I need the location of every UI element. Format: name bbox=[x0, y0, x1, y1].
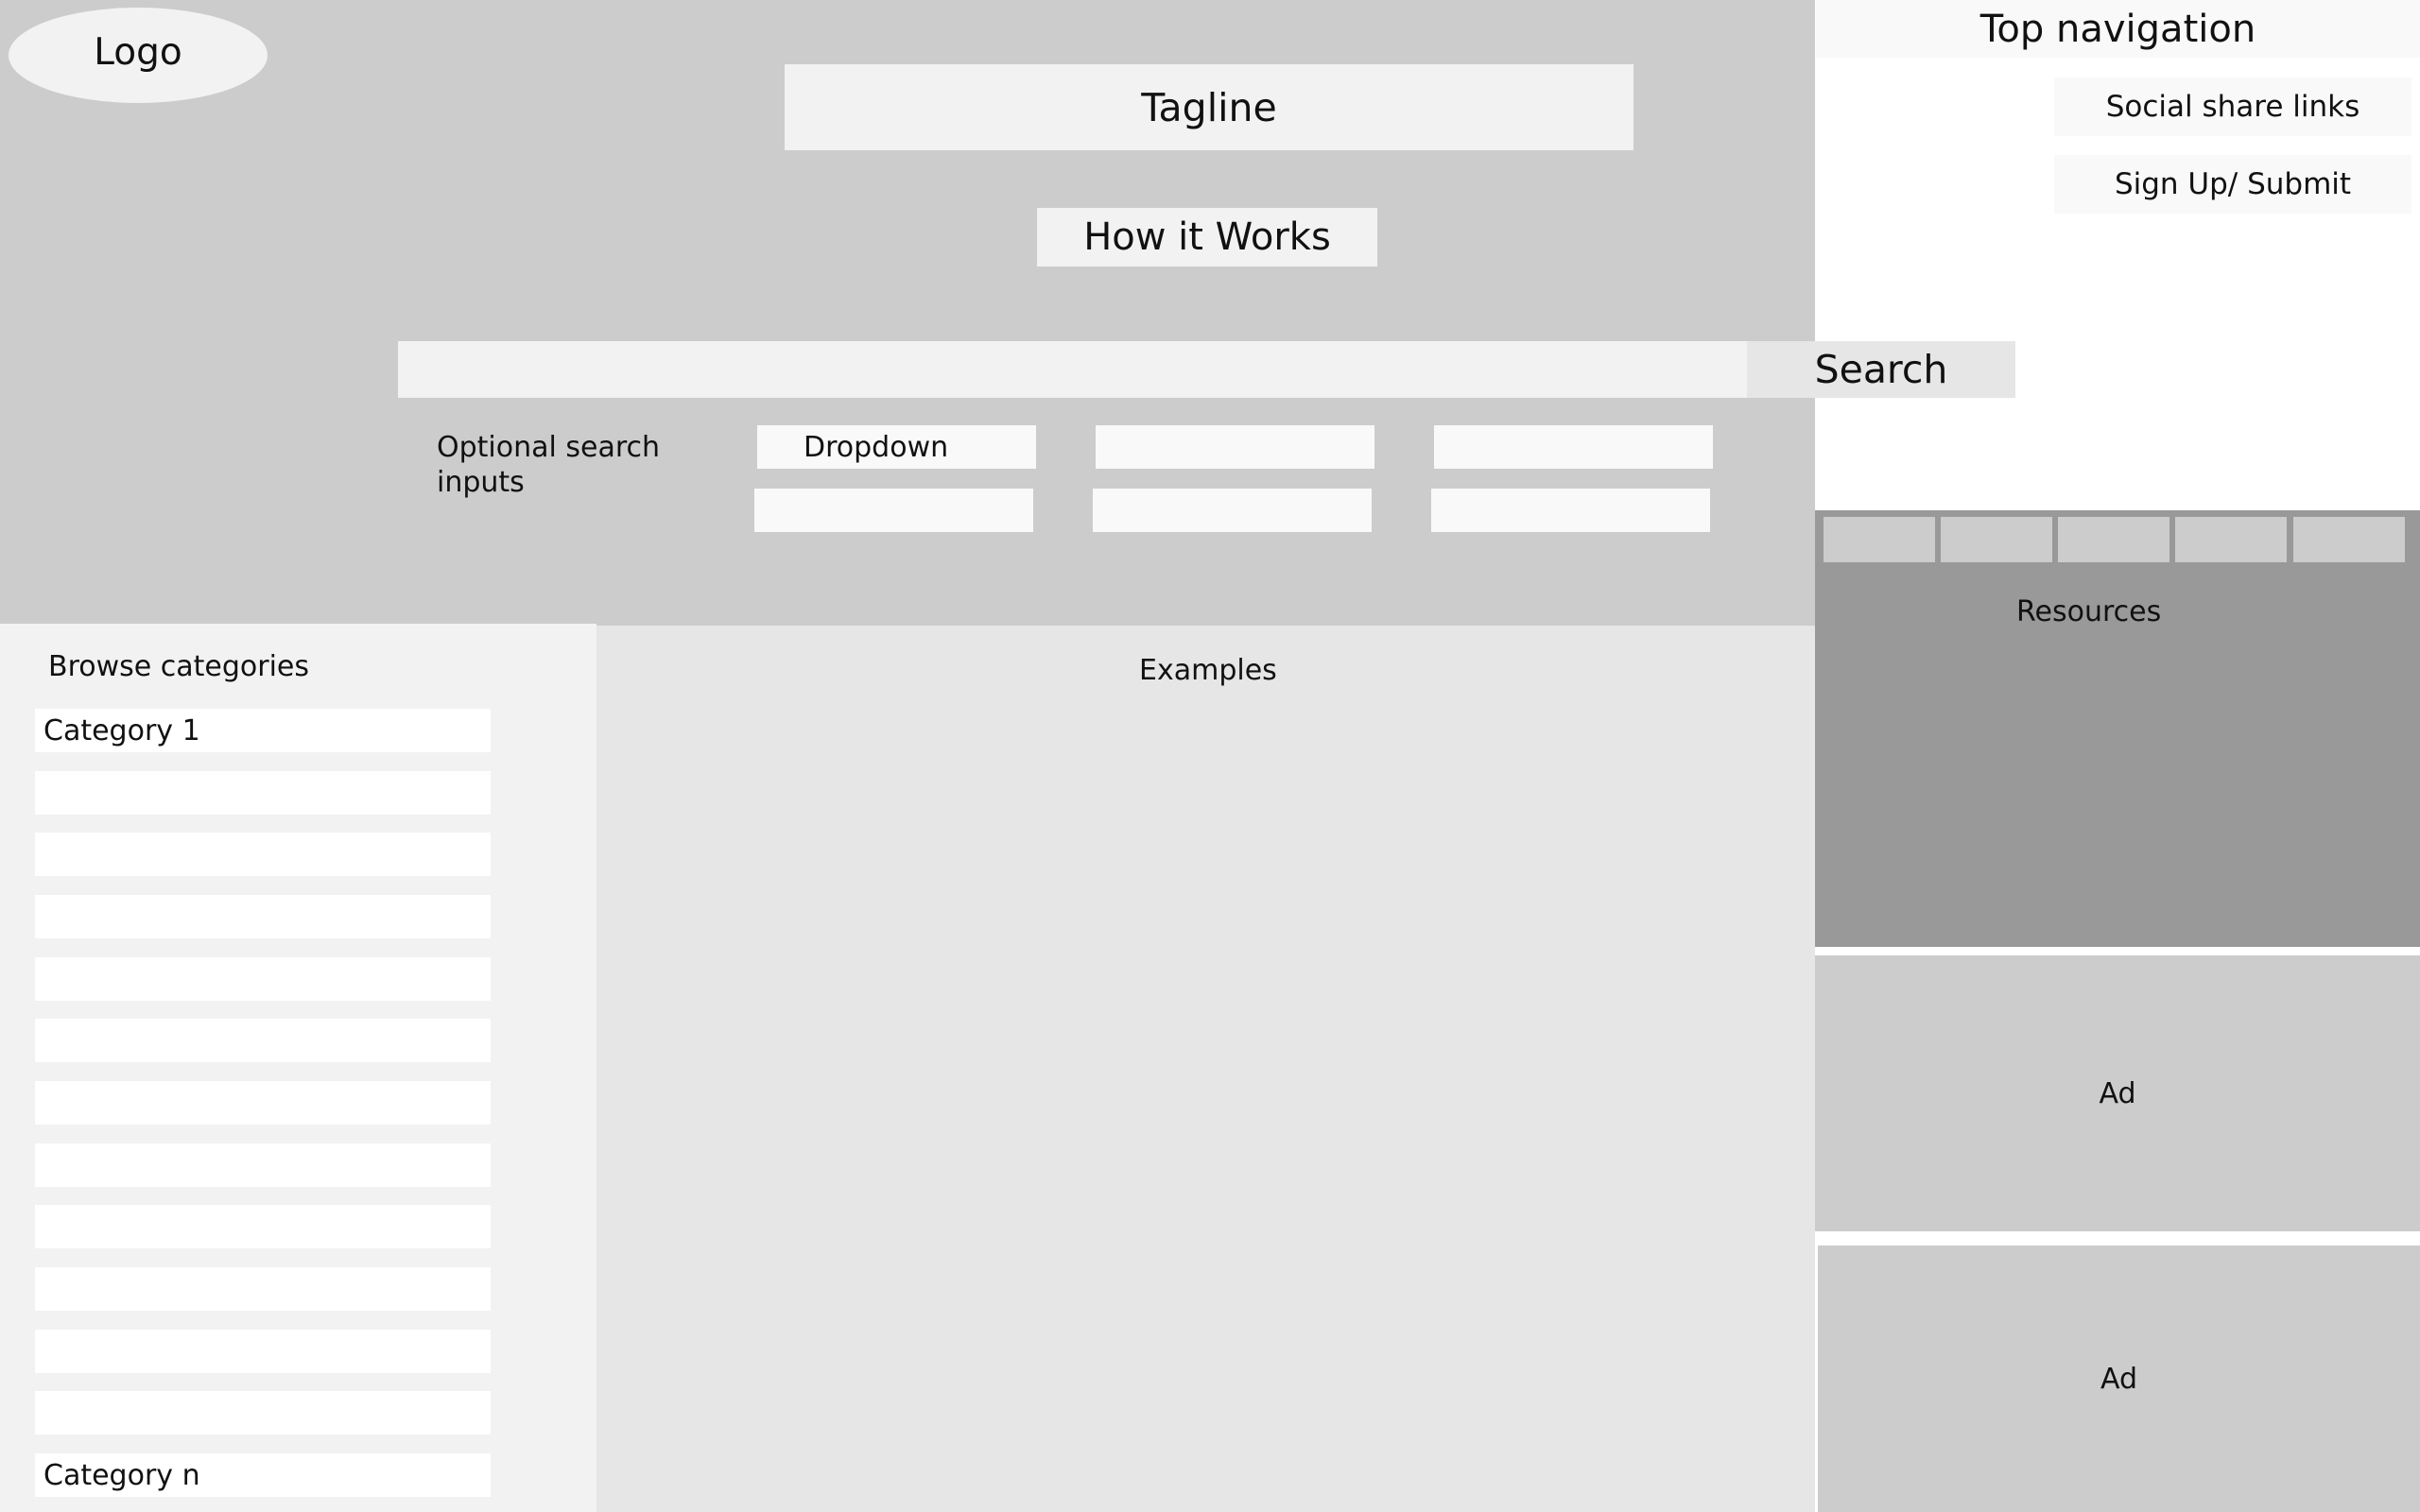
examples-panel bbox=[596, 626, 1815, 1512]
category-item[interactable] bbox=[35, 1081, 491, 1125]
resources-title: Resources bbox=[2016, 595, 2162, 628]
resources-tab[interactable] bbox=[2175, 517, 2287, 562]
optional-search-input[interactable] bbox=[754, 489, 1033, 532]
ad-slot[interactable]: Ad bbox=[1815, 955, 2420, 1231]
optional-search-label: Optional search inputs bbox=[437, 431, 661, 499]
category-item[interactable]: Category n bbox=[35, 1453, 491, 1497]
ad-slot[interactable]: Ad bbox=[1818, 1246, 2420, 1512]
optional-search-input[interactable] bbox=[1093, 489, 1372, 532]
tagline-box: Tagline bbox=[785, 64, 1634, 150]
signup-submit-button[interactable]: Sign Up/ Submit bbox=[2054, 155, 2411, 214]
top-navigation[interactable]: Top navigation bbox=[1816, 0, 2420, 58]
how-it-works-link[interactable]: How it Works bbox=[1037, 208, 1377, 266]
category-item[interactable] bbox=[35, 957, 491, 1001]
search-input[interactable] bbox=[398, 341, 1748, 398]
category-item[interactable] bbox=[35, 895, 491, 938]
category-item[interactable] bbox=[35, 771, 491, 815]
dropdown-select[interactable]: Dropdown bbox=[757, 425, 1036, 469]
resources-panel bbox=[1815, 510, 2420, 947]
category-item[interactable] bbox=[35, 1205, 491, 1248]
category-item[interactable] bbox=[35, 1330, 491, 1373]
resources-tab[interactable] bbox=[2293, 517, 2405, 562]
logo[interactable]: Logo bbox=[9, 8, 268, 103]
optional-search-input[interactable] bbox=[1096, 425, 1374, 469]
browse-categories-panel bbox=[0, 624, 596, 1512]
optional-search-input[interactable] bbox=[1431, 489, 1710, 532]
category-item[interactable] bbox=[35, 1267, 491, 1311]
category-item[interactable]: Category 1 bbox=[35, 709, 491, 752]
resources-tab[interactable] bbox=[1941, 517, 2052, 562]
category-item[interactable] bbox=[35, 833, 491, 876]
social-share-links[interactable]: Social share links bbox=[2054, 77, 2411, 136]
category-item[interactable] bbox=[35, 1143, 491, 1187]
resources-tab[interactable] bbox=[2058, 517, 2169, 562]
examples-title: Examples bbox=[1139, 654, 1277, 687]
optional-search-input[interactable] bbox=[1434, 425, 1713, 469]
category-item[interactable] bbox=[35, 1019, 491, 1062]
browse-categories-title: Browse categories bbox=[48, 650, 310, 683]
category-item[interactable] bbox=[35, 1391, 491, 1435]
resources-tab[interactable] bbox=[1824, 517, 1935, 562]
search-button[interactable]: Search bbox=[1747, 341, 2015, 398]
